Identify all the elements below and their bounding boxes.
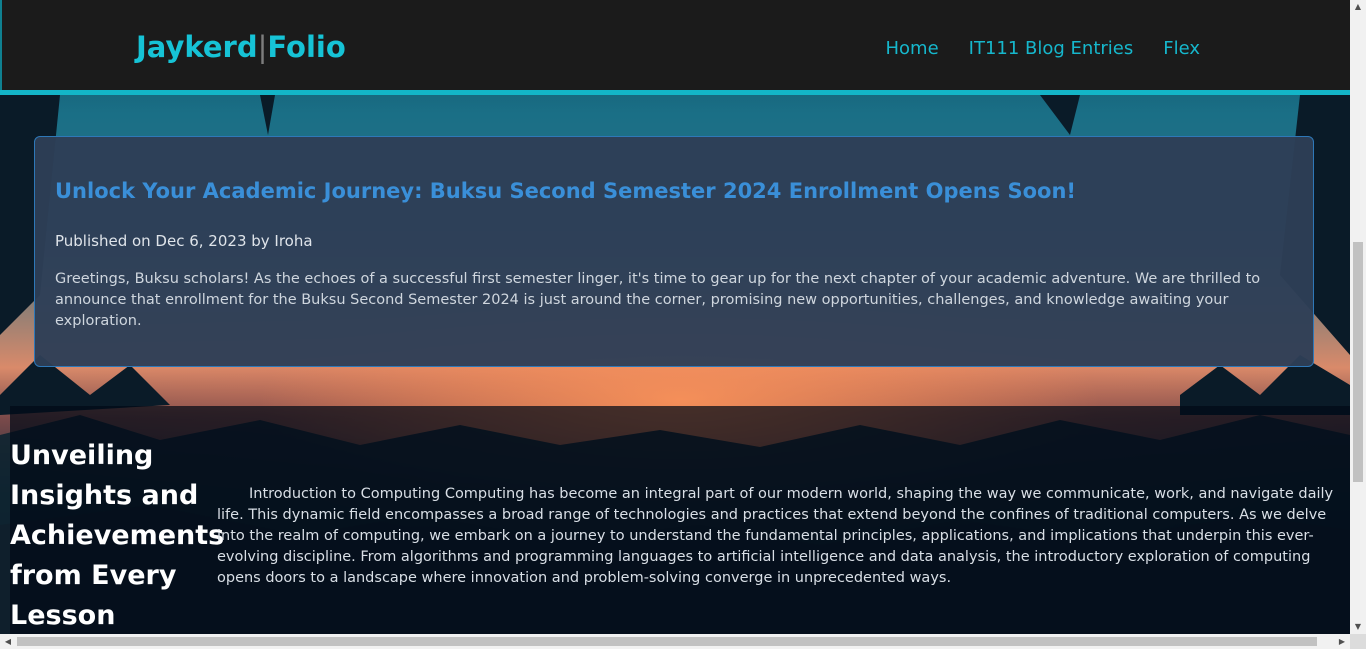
brand-right-text: Folio: [267, 30, 346, 64]
horizontal-scroll-thumb[interactable]: [17, 637, 1317, 646]
vertical-scroll-thumb[interactable]: [1353, 242, 1363, 482]
section-text: Introduction to Computing Computing has …: [217, 486, 1334, 586]
post-card: Unlock Your Academic Journey: Buksu Seco…: [34, 136, 1314, 367]
horizontal-scrollbar[interactable]: ◀ ▶: [0, 634, 1350, 649]
nav-links: Home IT111 Blog Entries Flex: [885, 38, 1200, 59]
section-title: Unveiling Insights and Achievements from…: [10, 440, 225, 631]
top-navbar: Jaykerd|Folio Home IT111 Blog Entries Fl…: [0, 0, 1350, 95]
brand-left-text: Jaykerd: [136, 30, 258, 64]
navbar-edge: [0, 0, 2, 90]
scroll-down-icon[interactable]: ▼: [1350, 620, 1366, 634]
post-title[interactable]: Unlock Your Academic Journey: Buksu Seco…: [55, 179, 1295, 203]
scroll-left-icon[interactable]: ◀: [0, 634, 16, 649]
scroll-right-icon[interactable]: ▶: [1334, 634, 1350, 649]
brand-separator: |: [257, 30, 268, 64]
nav-link-flex[interactable]: Flex: [1163, 38, 1200, 59]
post-excerpt: Greetings, Buksu scholars! As the echoes…: [55, 271, 1261, 329]
scroll-up-icon[interactable]: ▲: [1350, 0, 1366, 14]
nav-link-blog-entries[interactable]: IT111 Blog Entries: [969, 38, 1134, 59]
scrollbar-corner: [1350, 634, 1366, 649]
brand-logo[interactable]: Jaykerd|Folio: [136, 30, 346, 64]
nav-link-home[interactable]: Home: [885, 38, 938, 59]
post-meta: Published on Dec 6, 2023 by Iroha: [55, 232, 313, 250]
vertical-scrollbar[interactable]: ▲ ▼: [1350, 0, 1366, 634]
insights-section: Unveiling Insights and Achievements from…: [10, 406, 1350, 634]
